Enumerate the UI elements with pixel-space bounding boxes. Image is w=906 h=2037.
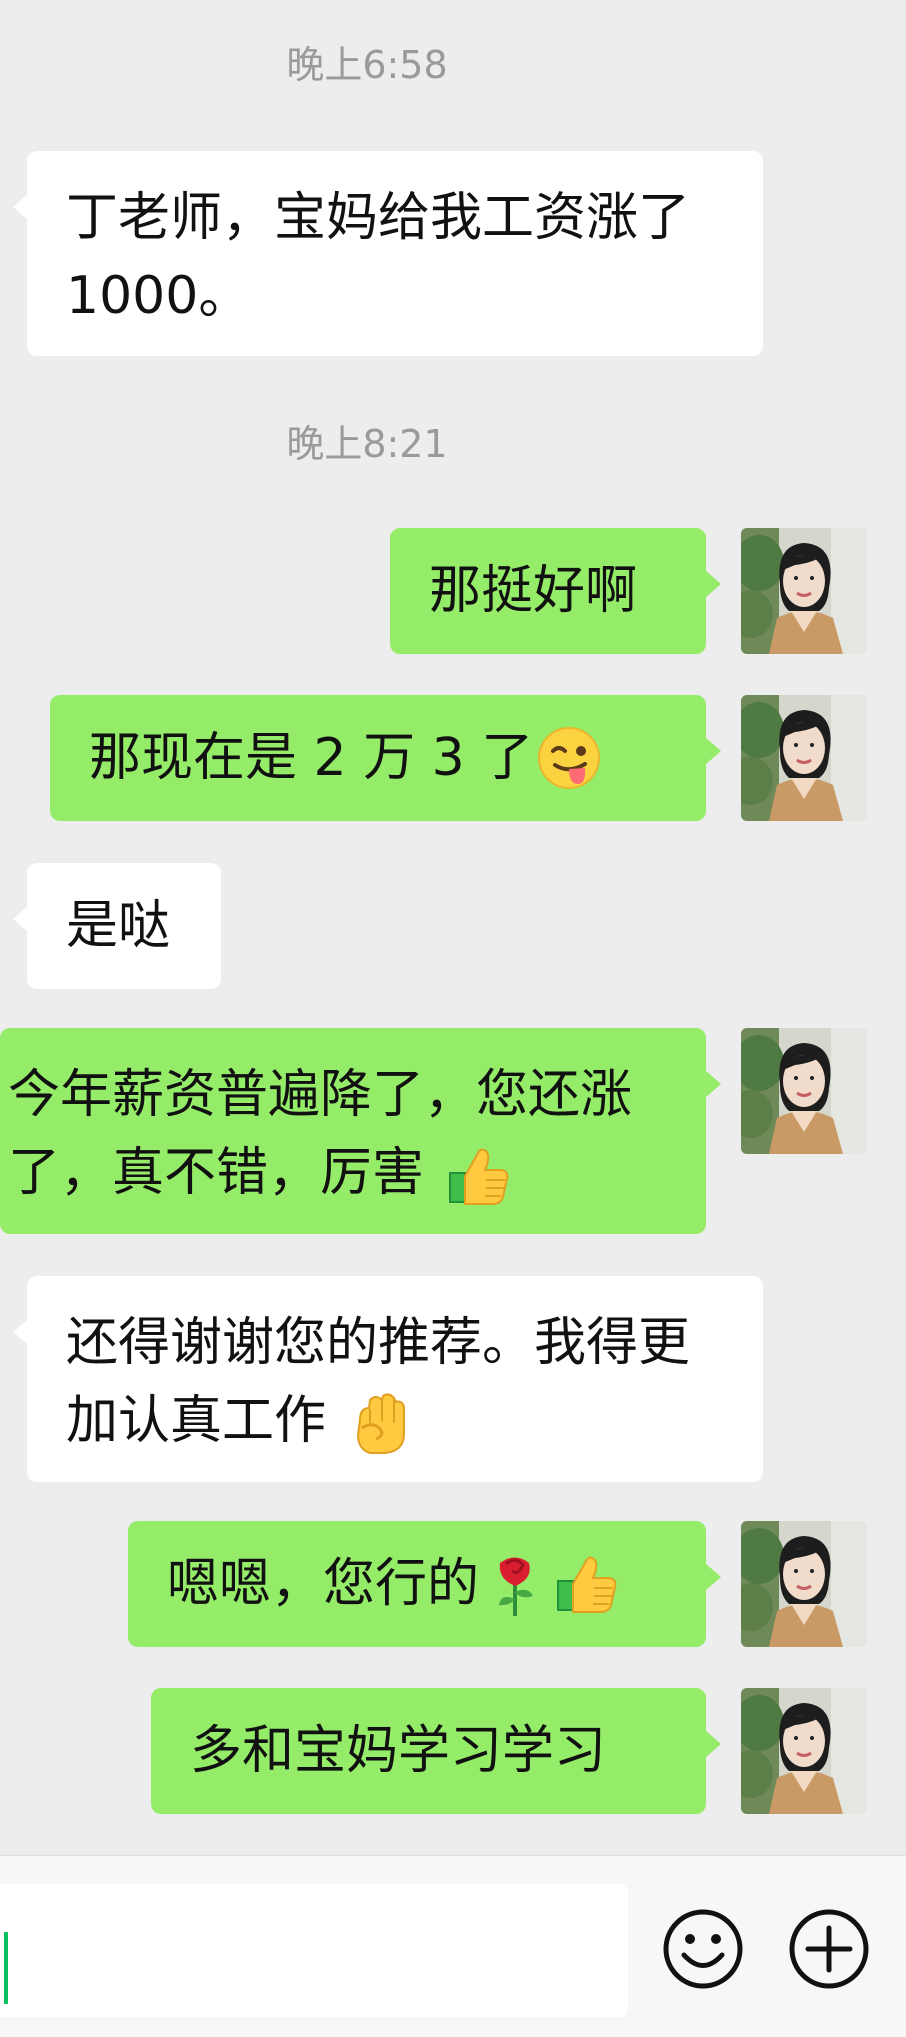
message-bubble-incoming[interactable]: 是哒 [13,863,221,989]
message-bubble-incoming[interactable]: 还得谢谢您的推荐。我得更加认真工作 [13,1276,763,1482]
message-bubble-outgoing[interactable]: 那现在是 2 万 3 了 [50,695,721,821]
message-text: 丁老师，宝妈给我工资涨了 1000。 [66,188,691,326]
timestamp: 晚上8:21 [286,422,448,466]
chat-area[interactable]: 晚上6:58 丁老师，宝妈给我工资涨了 1000。 晚上8:21 那挺好啊 那现… [0,0,906,1855]
message-bubble-outgoing[interactable]: 嗯嗯，您行的 [128,1521,721,1647]
thumbs-up-emoji [443,1142,511,1210]
avatar[interactable] [741,528,867,654]
chat-input-bar [0,1855,906,2037]
rose-emoji [481,1550,549,1618]
message-bubble-outgoing[interactable]: 那挺好啊 [390,528,721,654]
thumbs-up-emoji [551,1550,619,1618]
message-text: 那挺好啊 [429,561,638,621]
message-text: 今年薪资普遍降了，您还涨了，真不错，厉害 [8,1065,633,1203]
avatar[interactable] [741,1028,867,1154]
avatar[interactable] [741,1688,867,1814]
emoji-smile-icon[interactable] [660,1906,746,1992]
winking-tongue-emoji [535,724,603,792]
plus-circle-icon[interactable] [786,1906,872,1992]
message-input[interactable] [0,1884,628,2017]
raised-fist-emoji [345,1390,413,1458]
message-bubble-outgoing[interactable]: 今年薪资普遍降了，您还涨了，真不错，厉害 [0,1028,721,1234]
message-text: 那现在是 2 万 3 了 [89,728,534,788]
avatar[interactable] [741,1521,867,1647]
message-text: 是哒 [66,896,171,956]
message-text: 嗯嗯，您行的 [167,1554,480,1614]
message-bubble-outgoing[interactable]: 多和宝妈学习学习 [151,1688,721,1814]
message-text: 多和宝妈学习学习 [190,1721,607,1781]
avatar[interactable] [741,695,867,821]
message-bubble-incoming[interactable]: 丁老师，宝妈给我工资涨了 1000。 [13,151,763,356]
timestamp: 晚上6:58 [286,43,448,87]
text-cursor [4,1932,8,2004]
